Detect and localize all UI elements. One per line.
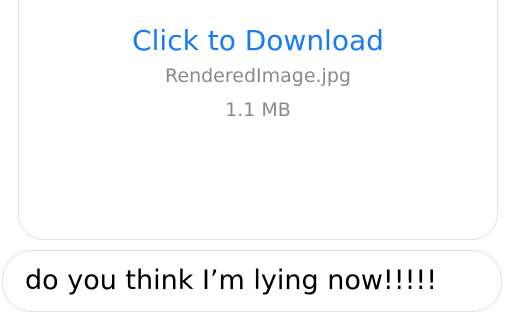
download-link[interactable]: Click to Download	[19, 23, 497, 59]
attachment-bubble[interactable]: Click to Download RenderedImage.jpg 1.1 …	[18, 0, 498, 240]
message-bubble[interactable]: do you think I’m lying now!!!!!	[2, 250, 502, 312]
attachment-content: Click to Download RenderedImage.jpg 1.1 …	[19, 23, 497, 123]
file-size: 1.1 MB	[225, 99, 291, 121]
file-name: RenderedImage.jpg	[165, 65, 351, 87]
message-text: do you think I’m lying now!!!!!	[25, 265, 438, 296]
